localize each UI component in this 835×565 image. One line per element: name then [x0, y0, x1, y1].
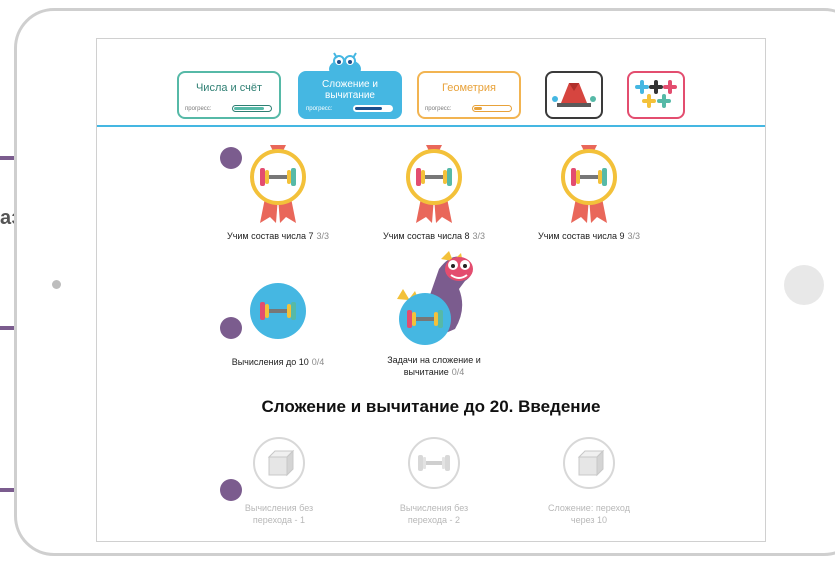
progress-label: прогресс: — [185, 106, 212, 112]
lesson-title: Вычисления до 10 — [231, 357, 309, 367]
lesson-card[interactable]: Задачи на сложение и вычитание 0/4 — [367, 249, 501, 378]
lesson-title-line1: Сложение: переход — [548, 503, 630, 513]
tab-title: Числа и счёт — [195, 82, 263, 94]
progress-fill — [234, 107, 265, 110]
tab-geometry[interactable]: Геометрия прогресс: — [417, 71, 521, 119]
lesson-label: Учим состав числа 7 3/3 — [213, 230, 343, 242]
lesson-title-line1: Вычисления без — [244, 503, 314, 513]
lesson-title-line1: Вычисления без — [399, 503, 469, 513]
lesson-title: Учим состав числа 7 — [226, 231, 314, 241]
dumbbell-icon — [250, 283, 306, 339]
progress-fill — [474, 107, 482, 110]
lesson-label: Сложение: переход через 10 — [529, 502, 649, 526]
lesson-label: Задачи на сложение и вычитание 0/4 — [367, 354, 501, 378]
lesson-title-line1: Задачи на сложение и — [387, 355, 481, 365]
lesson-card[interactable]: Учим состав числа 9 3/3 — [524, 143, 654, 242]
dino-dumbbell-icon — [397, 251, 473, 345]
app-screen: Числа и счёт прогресс: Сложение и вычита… — [96, 38, 766, 542]
progress-fill — [355, 107, 382, 110]
connector-dot-1 — [220, 147, 242, 169]
lesson-count: 0/4 — [311, 357, 325, 367]
lesson-card-locked[interactable]: Сложение: переход через 10 — [529, 435, 649, 526]
tab-title: Геометрия — [441, 82, 497, 94]
lesson-title-line2: через 10 — [570, 515, 608, 525]
progress-label: прогресс: — [306, 106, 333, 112]
dumbbell-icon — [408, 437, 460, 489]
progress-bar — [472, 105, 512, 112]
lesson-label: Вычисления без перехода - 2 — [379, 502, 489, 526]
color-plus-icon — [635, 80, 677, 108]
lesson-label: Вычисления без перехода - 1 — [224, 502, 334, 526]
tab-title: Сложение и вычитание — [322, 79, 378, 101]
lesson-card[interactable]: Учим состав числа 8 3/3 — [369, 143, 499, 242]
lesson-title-line2: перехода - 2 — [407, 515, 461, 525]
lesson-title: Учим состав числа 9 — [537, 231, 625, 241]
lesson-card-locked[interactable]: Вычисления без перехода - 2 — [379, 435, 489, 526]
medal-dumbbell-icon — [250, 145, 306, 223]
tablet-home-button[interactable] — [784, 265, 824, 305]
medal-dumbbell-icon — [406, 145, 462, 223]
tablet-camera — [52, 280, 61, 289]
connector-dot-3 — [220, 479, 242, 501]
lesson-title-line2: вычитание — [403, 367, 449, 377]
tab-operations[interactable] — [627, 71, 685, 119]
tab-addition-subtraction[interactable]: Сложение и вычитание прогресс: — [298, 71, 402, 119]
cube-icon — [253, 437, 305, 489]
progress-label: прогресс: — [425, 106, 452, 112]
progress-bar — [353, 105, 393, 112]
gem-blocks-icon — [552, 83, 596, 107]
progress-bar — [232, 105, 272, 112]
lesson-label: Вычисления до 10 0/4 — [213, 356, 343, 368]
lesson-count: 0/4 — [451, 367, 465, 377]
connector-dot-2 — [220, 317, 242, 339]
lesson-count: 3/3 — [627, 231, 641, 241]
lesson-card-locked[interactable]: Вычисления без перехода - 1 — [224, 435, 334, 526]
lesson-count: 3/3 — [316, 231, 330, 241]
section-title: Сложение и вычитание до 20. Введение — [261, 397, 601, 416]
medal-dumbbell-icon — [561, 145, 617, 223]
category-tabs: Числа и счёт прогресс: Сложение и вычита… — [97, 39, 765, 125]
lesson-title-line2: перехода - 1 — [252, 515, 306, 525]
lesson-label: Учим состав числа 9 3/3 — [524, 230, 654, 242]
tabs-divider — [97, 125, 765, 127]
cube-icon — [563, 437, 615, 489]
lesson-count: 3/3 — [472, 231, 486, 241]
lesson-label: Учим состав числа 8 3/3 — [369, 230, 499, 242]
tab-blocks[interactable] — [545, 71, 603, 119]
tab-numbers-counting[interactable]: Числа и счёт прогресс: — [177, 71, 281, 119]
lesson-title: Учим состав числа 8 — [382, 231, 470, 241]
